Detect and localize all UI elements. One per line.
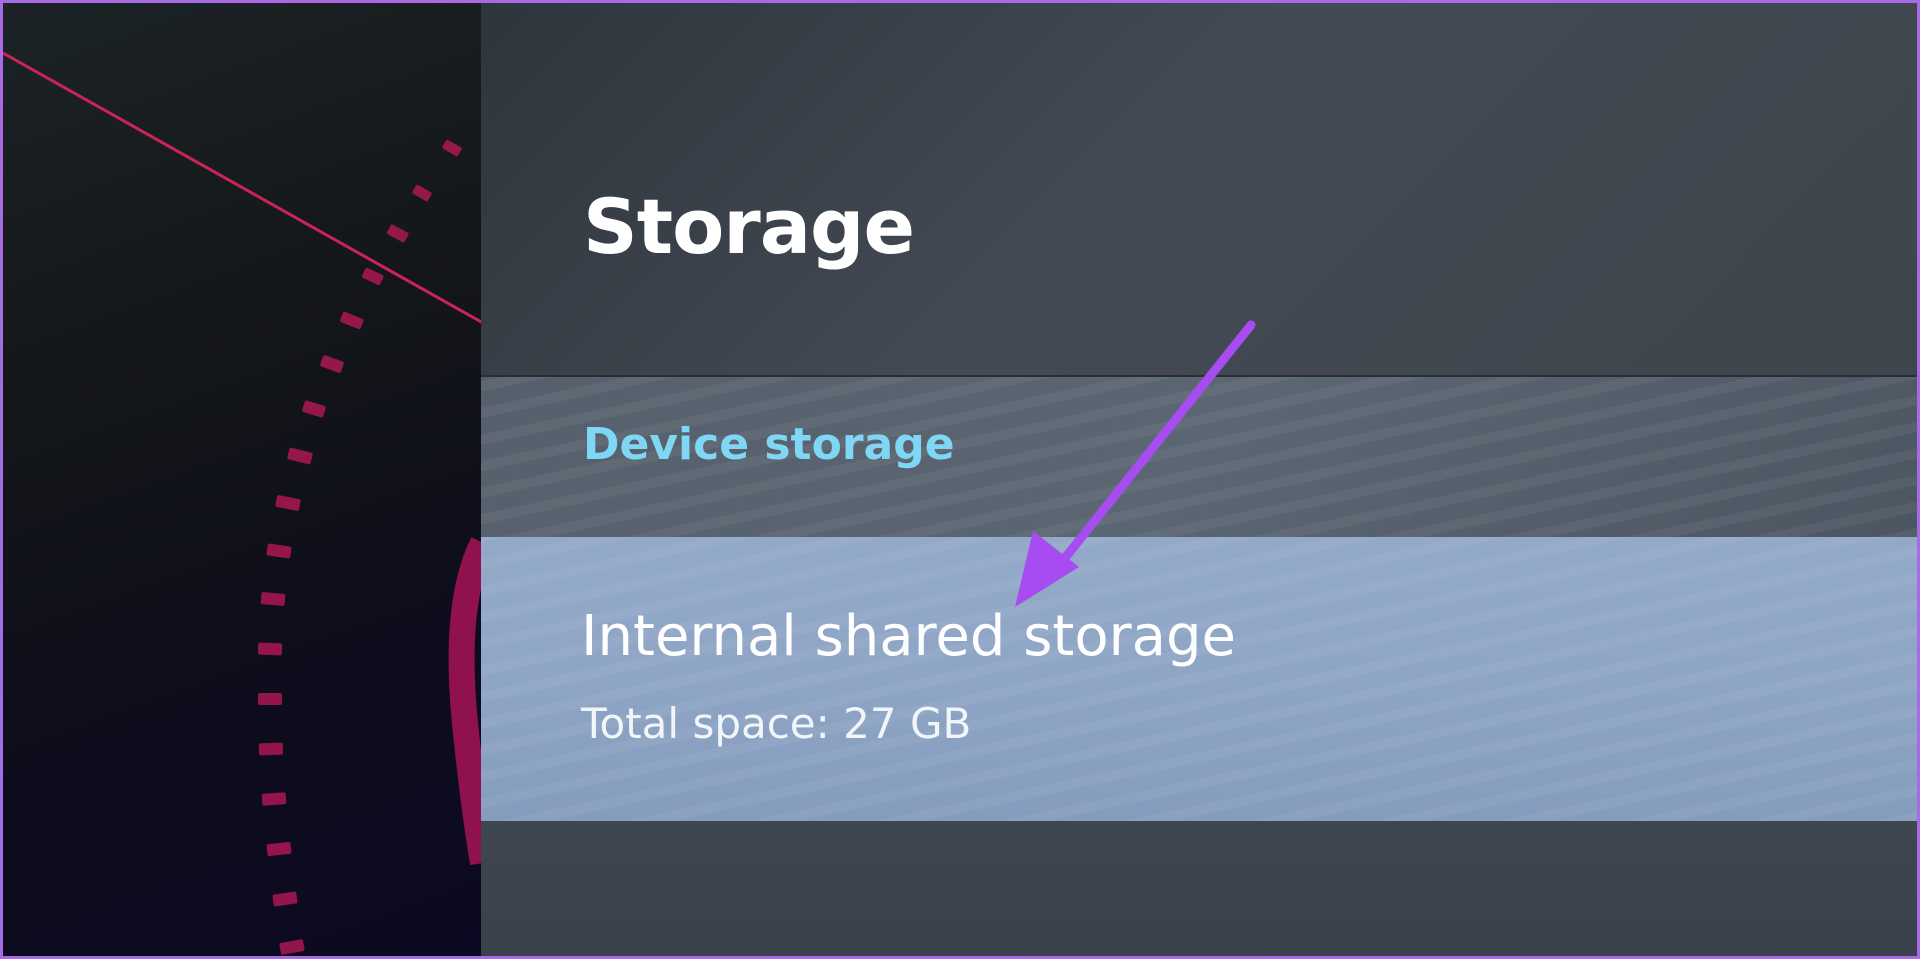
section-header: Device storage — [583, 419, 955, 470]
moire-overlay — [481, 537, 1917, 821]
launcher-background — [3, 3, 483, 956]
page-title: Storage — [583, 182, 915, 271]
panel-header: Storage — [481, 3, 1917, 377]
internal-shared-storage-item[interactable]: Internal shared storage Total space: 27 … — [481, 537, 1917, 821]
storage-item-subtitle: Total space: 27 GB — [581, 699, 972, 748]
screen-frame: Storage Device storage Internal shared s… — [0, 0, 1920, 959]
storage-item-title: Internal shared storage — [581, 604, 1236, 669]
panel-bottom-area — [481, 821, 1917, 956]
device-storage-section: Device storage — [481, 377, 1917, 537]
settings-panel: Storage Device storage Internal shared s… — [481, 3, 1917, 956]
backdrop-decoration — [3, 51, 483, 955]
